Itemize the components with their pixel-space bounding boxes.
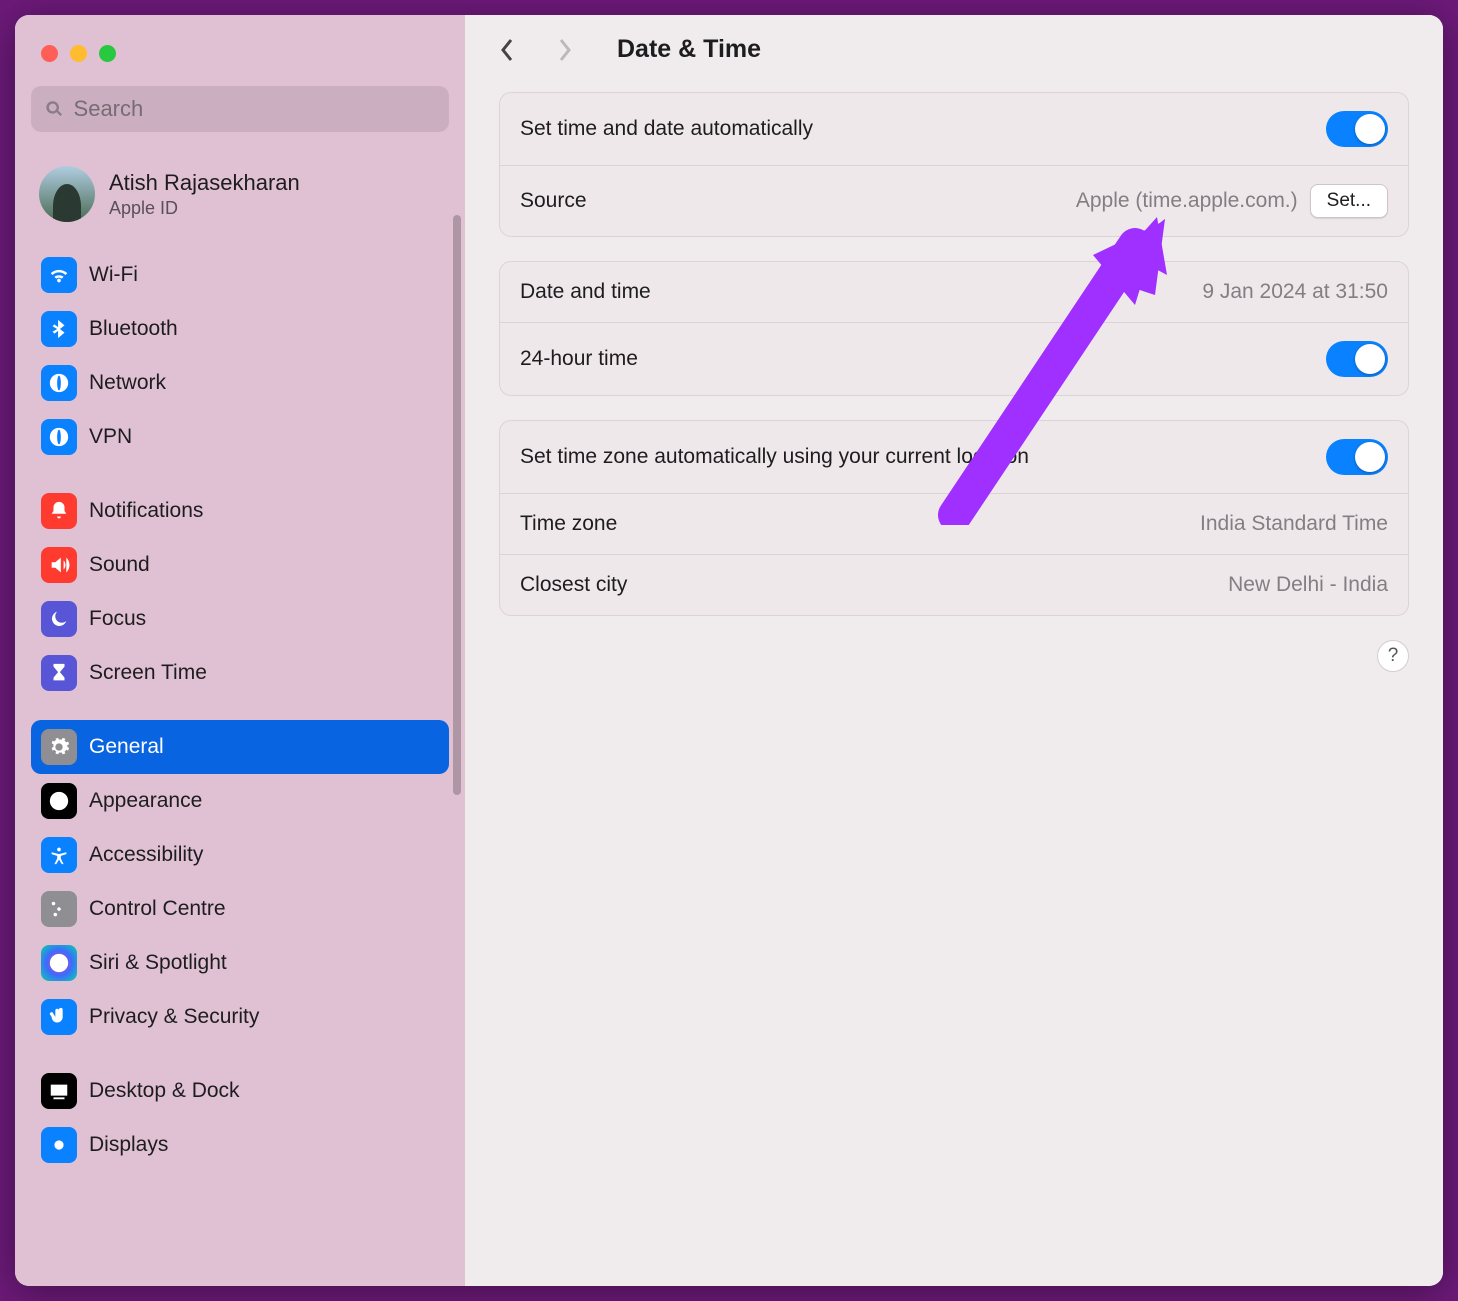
moon-icon (41, 601, 77, 637)
sidebar-item-focus[interactable]: Focus (31, 592, 449, 646)
sidebar-item-siri[interactable]: Siri & Spotlight (31, 936, 449, 990)
sidebar-item-label: Control Centre (89, 897, 226, 921)
speaker-icon (41, 547, 77, 583)
sidebar-item-privacy[interactable]: Privacy & Security (31, 990, 449, 1044)
bell-icon (41, 493, 77, 529)
accessibility-icon (41, 837, 77, 873)
row-source: Source Apple (time.apple.com.) Set... (500, 165, 1408, 236)
tz-value: India Standard Time (637, 512, 1388, 536)
profile-name: Atish Rajasekharan (109, 170, 300, 196)
sidebar-item-sound[interactable]: Sound (31, 538, 449, 592)
row-datetime: Date and time 9 Jan 2024 at 31:50 (500, 262, 1408, 322)
row-label: Source (520, 189, 587, 213)
settings-panel: Set time and date automatically Source App… (499, 92, 1409, 237)
row-auto-tz: Set time zone automatically using your c… (500, 421, 1408, 493)
auto-tz-toggle[interactable] (1326, 439, 1388, 475)
search-icon (45, 99, 64, 119)
row-label: Date and time (520, 280, 651, 304)
main-pane: Date & Time Set time and date automatica… (465, 15, 1443, 1286)
siri-icon (41, 945, 77, 981)
sidebar-item-notifications[interactable]: Notifications (31, 484, 449, 538)
help-button[interactable]: ? (1377, 640, 1409, 672)
sidebar-item-label: Appearance (89, 789, 202, 813)
sidebar-item-network[interactable]: Network (31, 356, 449, 410)
sidebar-item-label: Desktop & Dock (89, 1079, 240, 1103)
zoom-window-icon[interactable] (99, 45, 116, 62)
settings-panel: Set time zone automatically using your c… (499, 420, 1409, 616)
sidebar-item-accessibility[interactable]: Accessibility (31, 828, 449, 882)
avatar (39, 166, 95, 222)
bluetooth-icon (41, 311, 77, 347)
sidebar-item-label: Network (89, 371, 166, 395)
sidebar-scrollbar[interactable] (453, 215, 461, 795)
content: Set time and date automatically Source App… (465, 82, 1443, 702)
source-value: Apple (time.apple.com.) (607, 189, 1298, 213)
sidebar-item-appearance[interactable]: Appearance (31, 774, 449, 828)
row-label: Set time zone automatically using your c… (520, 445, 1029, 469)
sidebar-item-label: Screen Time (89, 661, 207, 685)
nav-back-button[interactable] (493, 36, 521, 64)
close-window-icon[interactable] (41, 45, 58, 62)
profile-sub: Apple ID (109, 198, 300, 219)
sidebar-item-bluetooth[interactable]: Bluetooth (31, 302, 449, 356)
minimize-window-icon[interactable] (70, 45, 87, 62)
appearance-icon (41, 783, 77, 819)
sidebar-item-label: Sound (89, 553, 150, 577)
globe-icon (41, 365, 77, 401)
row-label: Time zone (520, 512, 617, 536)
gear-icon (41, 729, 77, 765)
nav: Wi-Fi Bluetooth Network VPN Notifications Sou… (31, 248, 449, 1172)
settings-window: Atish Rajasekharan Apple ID Wi-Fi Bluetoo… (15, 15, 1443, 1286)
sidebar-item-desktop[interactable]: Desktop & Dock (31, 1064, 449, 1118)
nav-forward-button[interactable] (551, 36, 579, 64)
row-tz: Time zone India Standard Time (500, 493, 1408, 554)
sidebar: Atish Rajasekharan Apple ID Wi-Fi Bluetoo… (15, 15, 465, 1286)
page-title: Date & Time (617, 35, 761, 64)
sidebar-item-label: Wi-Fi (89, 263, 138, 287)
city-value: New Delhi - India (647, 573, 1388, 597)
profile-row[interactable]: Atish Rajasekharan Apple ID (31, 158, 449, 248)
sidebar-item-screentime[interactable]: Screen Time (31, 646, 449, 700)
search-field[interactable] (31, 86, 449, 132)
row-label: Closest city (520, 573, 627, 597)
row-label: 24-hour time (520, 347, 638, 371)
source-set-button[interactable]: Set... (1310, 184, 1388, 218)
sun-icon (41, 1127, 77, 1163)
sidebar-item-label: VPN (89, 425, 132, 449)
sidebar-item-displays[interactable]: Displays (31, 1118, 449, 1172)
sidebar-item-label: Focus (89, 607, 146, 631)
sidebar-item-wifi[interactable]: Wi-Fi (31, 248, 449, 302)
24hr-toggle[interactable] (1326, 341, 1388, 377)
datetime-value: 9 Jan 2024 at 31:50 (671, 280, 1388, 304)
sidebar-item-label: Privacy & Security (89, 1005, 259, 1029)
row-label: Set time and date automatically (520, 117, 813, 141)
wifi-icon (41, 257, 77, 293)
sidebar-item-label: Notifications (89, 499, 203, 523)
sidebar-item-label: General (89, 735, 164, 759)
hand-icon (41, 999, 77, 1035)
sidebar-item-label: Accessibility (89, 843, 203, 867)
globe-icon (41, 419, 77, 455)
search-input[interactable] (74, 96, 435, 122)
sidebar-item-controlcentre[interactable]: Control Centre (31, 882, 449, 936)
settings-panel: Date and time 9 Jan 2024 at 31:50 24-hour … (499, 261, 1409, 396)
traffic-lights (31, 39, 449, 86)
row-auto-time: Set time and date automatically (500, 93, 1408, 165)
dock-icon (41, 1073, 77, 1109)
auto-time-toggle[interactable] (1326, 111, 1388, 147)
controls-icon (41, 891, 77, 927)
sidebar-item-general[interactable]: General (31, 720, 449, 774)
titlebar: Date & Time (465, 15, 1443, 82)
sidebar-item-label: Bluetooth (89, 317, 178, 341)
sidebar-item-label: Displays (89, 1133, 168, 1157)
row-city: Closest city New Delhi - India (500, 554, 1408, 615)
sidebar-item-label: Siri & Spotlight (89, 951, 227, 975)
row-24hr: 24-hour time (500, 322, 1408, 395)
hourglass-icon (41, 655, 77, 691)
sidebar-item-vpn[interactable]: VPN (31, 410, 449, 464)
